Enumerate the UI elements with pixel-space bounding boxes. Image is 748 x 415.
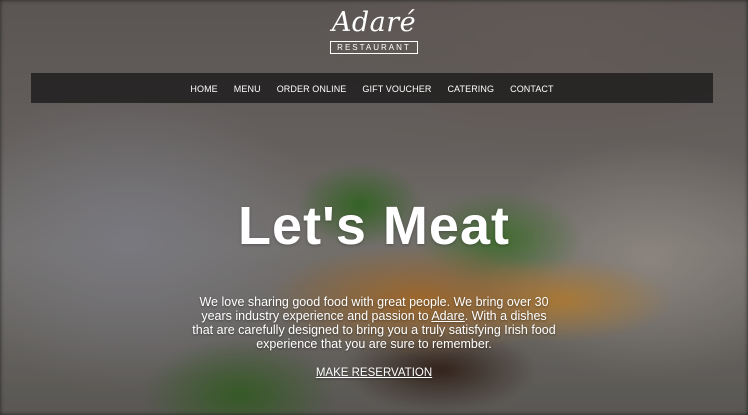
nav-link-home[interactable]: HOME (190, 84, 217, 94)
nav-link-catering[interactable]: CATERING (447, 84, 494, 94)
nav-item-menu: MENU (234, 79, 261, 97)
logo-tagline: RESTAURANT (330, 41, 418, 54)
hero-headline: Let's Meat (238, 196, 510, 256)
hero-intro-text: We love sharing good food with great peo… (190, 295, 558, 351)
nav-item-order-online: ORDER ONLINE (277, 79, 347, 97)
main-navigation: HOME MENU ORDER ONLINE GIFT VOUCHER CATE… (31, 73, 713, 103)
intro-adare-link[interactable]: Adare (431, 309, 464, 323)
nav-link-order-online[interactable]: ORDER ONLINE (277, 84, 347, 94)
restaurant-logo[interactable]: Adaré RESTAURANT (0, 9, 748, 55)
nav-list: HOME MENU ORDER ONLINE GIFT VOUCHER CATE… (182, 73, 561, 103)
nav-item-contact: CONTACT (510, 79, 554, 97)
nav-link-gift-voucher[interactable]: GIFT VOUCHER (362, 84, 431, 94)
nav-item-gift-voucher: GIFT VOUCHER (362, 79, 431, 97)
logo-wordmark: Adaré (331, 7, 417, 38)
nav-link-menu[interactable]: MENU (234, 84, 261, 94)
nav-link-contact[interactable]: CONTACT (510, 84, 554, 94)
nav-item-catering: CATERING (447, 79, 494, 97)
nav-item-home: HOME (190, 79, 217, 97)
make-reservation-link[interactable]: MAKE RESERVATION (316, 367, 432, 379)
page: Adaré RESTAURANT HOME MENU ORDER ONLINE … (0, 0, 748, 415)
cta-container: MAKE RESERVATION (0, 363, 748, 381)
